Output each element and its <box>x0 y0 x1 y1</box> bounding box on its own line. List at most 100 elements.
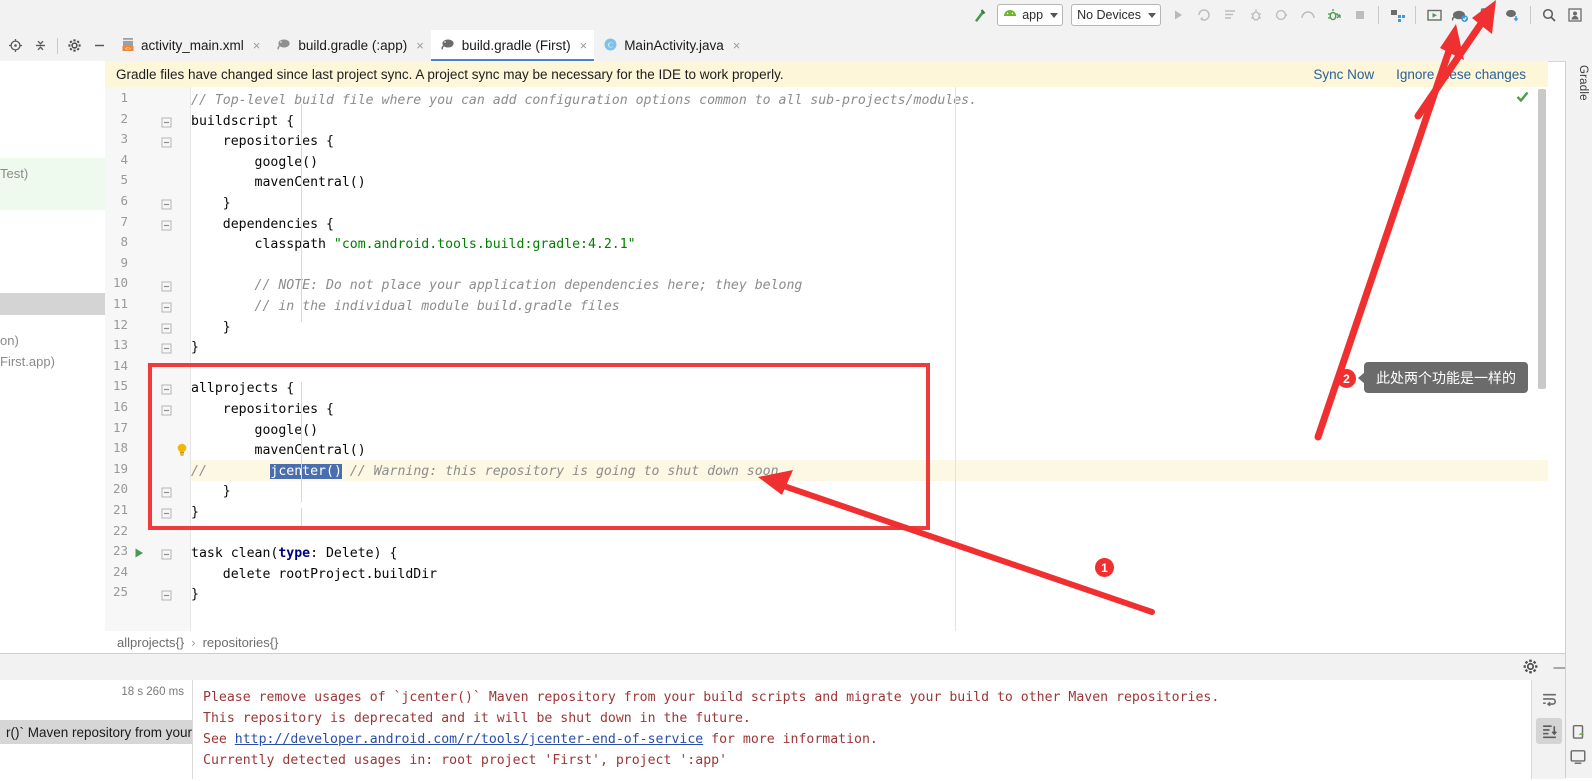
android-head-icon <box>1003 8 1017 22</box>
code-fold-toggle-icon[interactable] <box>161 219 172 231</box>
code-fold-toggle-icon[interactable] <box>161 116 172 128</box>
stop-button[interactable] <box>1347 2 1373 28</box>
code-fold-toggle-icon[interactable] <box>161 589 172 601</box>
code-line[interactable]: repositories { <box>191 399 334 420</box>
tab-mainactivity-java[interactable]: C MainActivity.java × <box>594 30 747 61</box>
code-line[interactable]: google() <box>191 152 319 173</box>
tab-activity_main-xml[interactable]: <> activity_main.xml × <box>112 30 267 61</box>
close-icon[interactable]: × <box>580 38 588 53</box>
settings-gear-icon[interactable] <box>62 33 87 58</box>
code-fold-toggle-icon[interactable] <box>161 548 172 560</box>
line-number: 10 <box>112 275 128 291</box>
line-number: 2 <box>120 110 128 126</box>
code-fold-toggle-icon[interactable] <box>161 383 172 395</box>
device-selector[interactable]: No Devices <box>1071 4 1161 26</box>
device-selector-label: No Devices <box>1077 8 1141 22</box>
code-line[interactable]: // jcenter() // Warning: this repository… <box>191 461 779 482</box>
code-line[interactable]: delete rootProject.buildDir <box>191 564 437 585</box>
code-line[interactable]: } <box>191 481 231 502</box>
profile-button[interactable] <box>1295 2 1321 28</box>
jcenter-eos-link[interactable]: http://developer.android.com/r/tools/jce… <box>235 732 703 747</box>
toolbar-divider <box>1530 6 1531 24</box>
ignore-changes-link[interactable]: Ignore these changes <box>1396 67 1526 82</box>
breadcrumb-item-1[interactable]: repositories{} <box>203 635 279 650</box>
build-event-tree[interactable]: 18 s 260 ms r()` Maven repository from y… <box>0 680 193 779</box>
editor-gutter[interactable]: 1 2 3 4 5 6 7 8 9 10 11 12 13 14 15 16 17 18 19 20 21 22 23 24 2… <box>105 87 191 639</box>
apply-code-changes-button[interactable] <box>1217 2 1243 28</box>
code-line[interactable]: google() <box>191 420 319 441</box>
hide-panel-icon[interactable] <box>87 33 112 58</box>
code-line[interactable]: // NOTE: Do not place your application d… <box>191 275 803 296</box>
code-fold-toggle-icon[interactable] <box>161 136 172 148</box>
sync-now-link[interactable]: Sync Now <box>1313 67 1374 82</box>
code-fold-toggle-icon[interactable] <box>161 486 172 498</box>
code-line[interactable]: task clean(type: Delete) { <box>191 543 397 564</box>
run-coverage-button[interactable] <box>1269 2 1295 28</box>
close-icon[interactable]: × <box>733 38 741 53</box>
emulator-icon[interactable] <box>1569 748 1589 768</box>
settings-gear-icon[interactable] <box>1522 658 1540 676</box>
build-panel-header: — <box>0 654 1592 681</box>
code-line[interactable]: // Top-level build file where you can ad… <box>191 90 977 111</box>
code-fold-toggle-icon[interactable] <box>161 322 172 334</box>
sdk-download-button[interactable] <box>1499 2 1525 28</box>
close-icon[interactable]: × <box>253 38 261 53</box>
search-everywhere-button[interactable] <box>1536 2 1562 28</box>
gradle-tool-window-tab[interactable]: Gradle <box>1569 65 1589 125</box>
code-line[interactable]: // in the individual module build.gradle… <box>191 296 620 317</box>
inspection-ok-checkmark-icon[interactable] <box>1515 89 1530 107</box>
code-line[interactable]: mavenCentral() <box>191 440 366 461</box>
code-line[interactable]: } <box>191 584 199 605</box>
breadcrumb-item-0[interactable]: allprojects{} <box>117 635 184 650</box>
line-number: 20 <box>112 481 128 497</box>
code-line[interactable]: } <box>191 337 199 358</box>
code-line[interactable]: } <box>191 502 199 523</box>
code-fold-toggle-icon[interactable] <box>161 404 172 416</box>
code-fold-toggle-icon[interactable] <box>161 507 172 519</box>
code-fold-toggle-icon[interactable] <box>161 301 172 313</box>
code-line[interactable]: } <box>191 317 231 338</box>
code-line[interactable]: classpath "com.android.tools.build:gradl… <box>191 234 636 255</box>
account-button[interactable] <box>1562 2 1588 28</box>
module-selector[interactable]: app <box>997 4 1064 26</box>
locate-file-icon[interactable] <box>3 33 28 58</box>
sdk-manager-button[interactable] <box>1384 2 1410 28</box>
debug-button[interactable] <box>1243 2 1269 28</box>
build-event-row-selected[interactable]: r()` Maven repository from your b <box>0 720 192 744</box>
code-fold-toggle-icon[interactable] <box>161 280 172 292</box>
scroll-to-end-button[interactable] <box>1536 718 1562 744</box>
chevron-down-icon <box>1148 12 1156 18</box>
code-line[interactable]: dependencies { <box>191 214 334 235</box>
tab-build-gradle-app[interactable]: build.gradle (:app) × <box>267 30 430 61</box>
run-task-gutter-icon[interactable] <box>133 547 145 562</box>
code-content-area[interactable]: // Top-level build file where you can ad… <box>191 87 1548 639</box>
code-fold-toggle-icon[interactable] <box>161 198 172 210</box>
code-line[interactable]: } <box>191 193 231 214</box>
console-line-2: This repository is deprecated and it wil… <box>203 711 751 726</box>
build-hammer-icon[interactable] <box>967 2 993 28</box>
device-file-explorer-icon[interactable] <box>1569 724 1589 744</box>
breadcrumb[interactable]: allprojects{} › repositories{} <box>105 631 1548 654</box>
left-fragment-text-1: Test) <box>0 166 29 181</box>
attach-debugger-button[interactable] <box>1321 2 1347 28</box>
code-line[interactable]: buildscript { <box>191 111 294 132</box>
soft-wrap-button[interactable] <box>1536 686 1562 712</box>
code-fold-toggle-icon[interactable] <box>161 342 172 354</box>
collapse-all-icon[interactable] <box>28 33 53 58</box>
close-icon[interactable]: × <box>416 38 424 53</box>
code-line[interactable]: allprojects { <box>191 378 294 399</box>
line-number: 21 <box>112 502 128 517</box>
apply-changes-button[interactable] <box>1191 2 1217 28</box>
code-line[interactable]: mavenCentral() <box>191 172 366 193</box>
tab-build-gradle-first[interactable]: build.gradle (First) × <box>430 30 595 61</box>
intention-bulb-icon[interactable] <box>175 442 189 461</box>
code-editor[interactable]: 1 2 3 4 5 6 7 8 9 10 11 12 13 14 15 16 17 18 19 20 21 22 23 24 2… <box>105 87 1548 639</box>
sync-gradle-button[interactable] <box>1447 2 1473 28</box>
build-console-output[interactable]: Please remove usages of `jcenter()` Mave… <box>193 680 1532 779</box>
run-button[interactable] <box>1165 2 1191 28</box>
device-manager-button[interactable] <box>1473 2 1499 28</box>
build-output-panel: — 18 s 260 ms r()` Maven repository from… <box>0 653 1592 779</box>
editor-scrollbar-thumb[interactable] <box>1538 89 1546 389</box>
code-line[interactable]: repositories { <box>191 131 334 152</box>
avd-manager-button[interactable] <box>1421 2 1447 28</box>
